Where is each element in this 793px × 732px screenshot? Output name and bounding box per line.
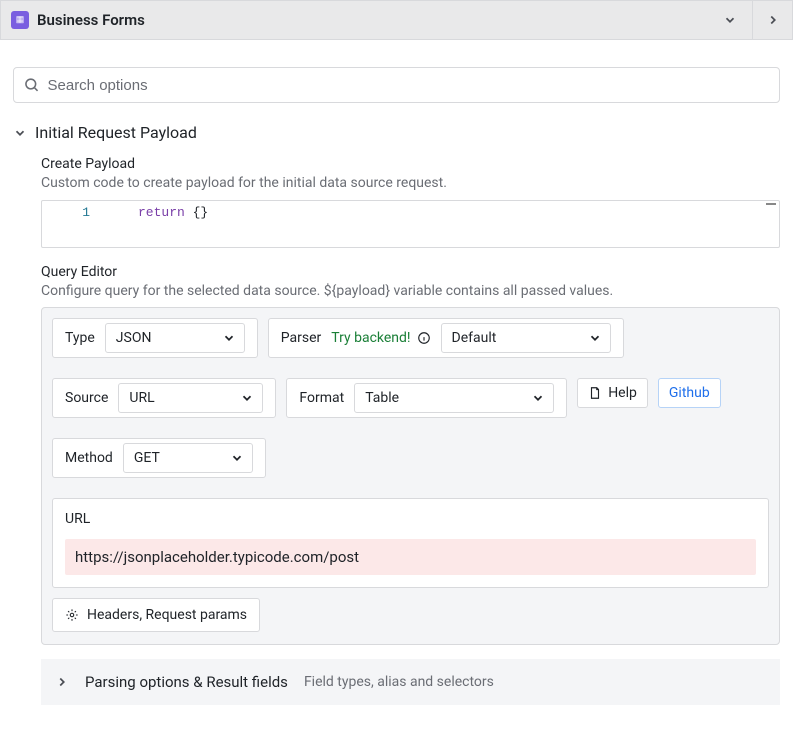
help-button-label: Help bbox=[608, 385, 637, 401]
section-collapse-toggle[interactable] bbox=[13, 126, 27, 140]
create-payload-title: Create Payload bbox=[41, 156, 780, 172]
section-title: Initial Request Payload bbox=[35, 123, 197, 142]
format-select-value: Table bbox=[365, 390, 399, 406]
headers-button-label: Headers, Request params bbox=[87, 607, 247, 623]
format-field: Format Table bbox=[286, 378, 567, 418]
type-label: Type bbox=[65, 330, 95, 346]
parser-field: Parser Try backend! Default bbox=[268, 318, 624, 358]
github-button-label: Github bbox=[669, 385, 710, 401]
parsing-options-row[interactable]: Parsing options & Result fields Field ty… bbox=[41, 659, 780, 705]
chevron-down-icon bbox=[588, 331, 602, 345]
source-select-value: URL bbox=[129, 390, 154, 406]
minimap-icon bbox=[766, 203, 776, 205]
panel-header: ▦ Business Forms bbox=[0, 0, 793, 40]
info-icon[interactable] bbox=[417, 331, 431, 345]
chevron-down-icon bbox=[230, 451, 244, 465]
github-button[interactable]: Github bbox=[658, 378, 721, 408]
search-input[interactable] bbox=[48, 77, 770, 94]
chevron-down-icon bbox=[240, 391, 254, 405]
panel-next-button[interactable] bbox=[752, 0, 792, 40]
parsing-desc: Field types, alias and selectors bbox=[304, 674, 494, 690]
chevron-down-icon bbox=[222, 331, 236, 345]
parsing-expand-toggle[interactable] bbox=[55, 675, 69, 689]
url-field-box: URL https://jsonplaceholder.typicode.com… bbox=[52, 498, 769, 588]
query-editor-title: Query Editor bbox=[41, 264, 780, 280]
chevron-down-icon bbox=[531, 391, 545, 405]
code-line-number: 1 bbox=[42, 201, 102, 247]
format-select[interactable]: Table bbox=[354, 383, 554, 413]
type-select[interactable]: JSON bbox=[105, 323, 245, 353]
panel-expand-button[interactable] bbox=[716, 6, 744, 34]
url-label: URL bbox=[65, 511, 756, 527]
help-button[interactable]: Help bbox=[577, 378, 648, 408]
gear-icon bbox=[65, 608, 79, 622]
type-field: Type JSON bbox=[52, 318, 258, 358]
method-field: Method GET bbox=[52, 438, 266, 478]
source-field: Source URL bbox=[52, 378, 276, 418]
url-input-value: https://jsonplaceholder.typicode.com/pos… bbox=[75, 548, 359, 566]
parser-hint-link[interactable]: Try backend! bbox=[331, 330, 410, 346]
method-select[interactable]: GET bbox=[123, 443, 253, 473]
panel-title: Business Forms bbox=[37, 11, 708, 29]
create-payload-desc: Custom code to create payload for the in… bbox=[41, 174, 780, 194]
code-content: return {} bbox=[102, 201, 208, 247]
parser-label: Parser bbox=[281, 330, 322, 346]
query-editor-block: Type JSON Parser Try backend! Default bbox=[41, 307, 780, 645]
url-input[interactable]: https://jsonplaceholder.typicode.com/pos… bbox=[65, 539, 756, 575]
type-select-value: JSON bbox=[116, 330, 152, 346]
plugin-logo-icon: ▦ bbox=[11, 11, 29, 29]
format-label: Format bbox=[299, 390, 344, 406]
search-options-field[interactable] bbox=[13, 67, 780, 103]
headers-request-params-button[interactable]: Headers, Request params bbox=[52, 598, 260, 632]
method-select-value: GET bbox=[134, 450, 160, 466]
source-label: Source bbox=[65, 390, 108, 406]
method-label: Method bbox=[65, 450, 113, 466]
source-select[interactable]: URL bbox=[118, 383, 263, 413]
parsing-title: Parsing options & Result fields bbox=[85, 673, 288, 691]
document-icon bbox=[588, 386, 602, 400]
parser-select-value: Default bbox=[452, 330, 497, 346]
create-payload-code-editor[interactable]: 1 return {} bbox=[41, 200, 780, 248]
query-editor-desc: Configure query for the selected data so… bbox=[41, 282, 780, 302]
search-icon bbox=[24, 77, 40, 93]
parser-select[interactable]: Default bbox=[441, 323, 611, 353]
